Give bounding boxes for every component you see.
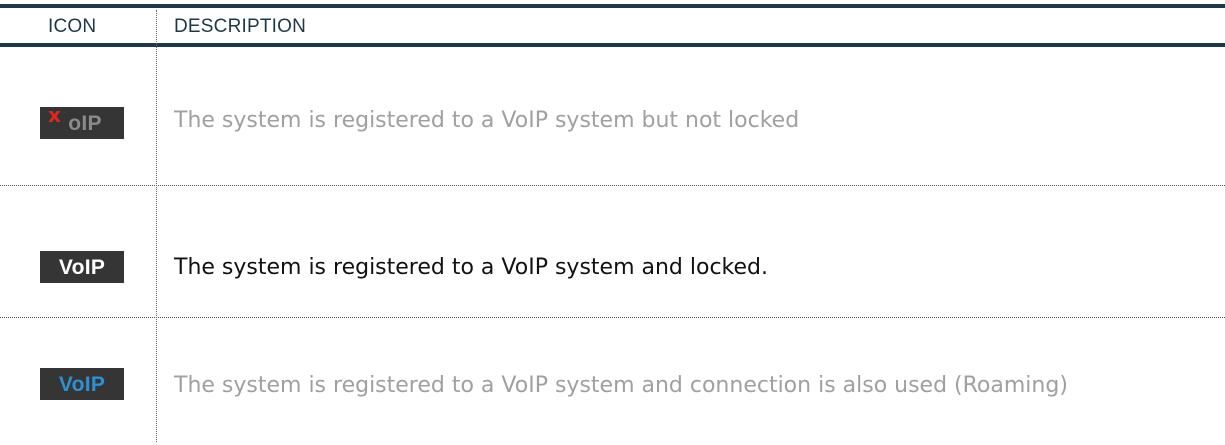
table-row: VoIP The system is registered to a VoIP … <box>0 317 1225 445</box>
voip-not-locked-icon: oIP x <box>40 103 124 139</box>
row-description: The system is registered to a VoIP syste… <box>174 108 800 133</box>
row-description: The system is registered to a VoIP syste… <box>174 255 768 280</box>
voip-icon-text: VoIP <box>58 373 106 396</box>
row-description: The system is registered to a VoIP syste… <box>174 373 1068 398</box>
table-header-row: ICON DESCRIPTION <box>0 8 1225 43</box>
voip-locked-icon: VoIP <box>40 251 124 283</box>
description-column-header: DESCRIPTION <box>174 16 307 37</box>
icon-column-header: ICON <box>48 16 97 37</box>
table-row: VoIP The system is registered to a VoIP … <box>0 185 1225 317</box>
icon-description-table: ICON DESCRIPTION oIP x The system is reg… <box>0 0 1225 445</box>
voip-icon-text: VoIP <box>58 256 106 279</box>
table-row: oIP x The system is registered to a VoIP… <box>0 47 1225 185</box>
voip-roaming-icon: VoIP <box>40 368 124 400</box>
red-x-icon: x <box>48 103 61 127</box>
